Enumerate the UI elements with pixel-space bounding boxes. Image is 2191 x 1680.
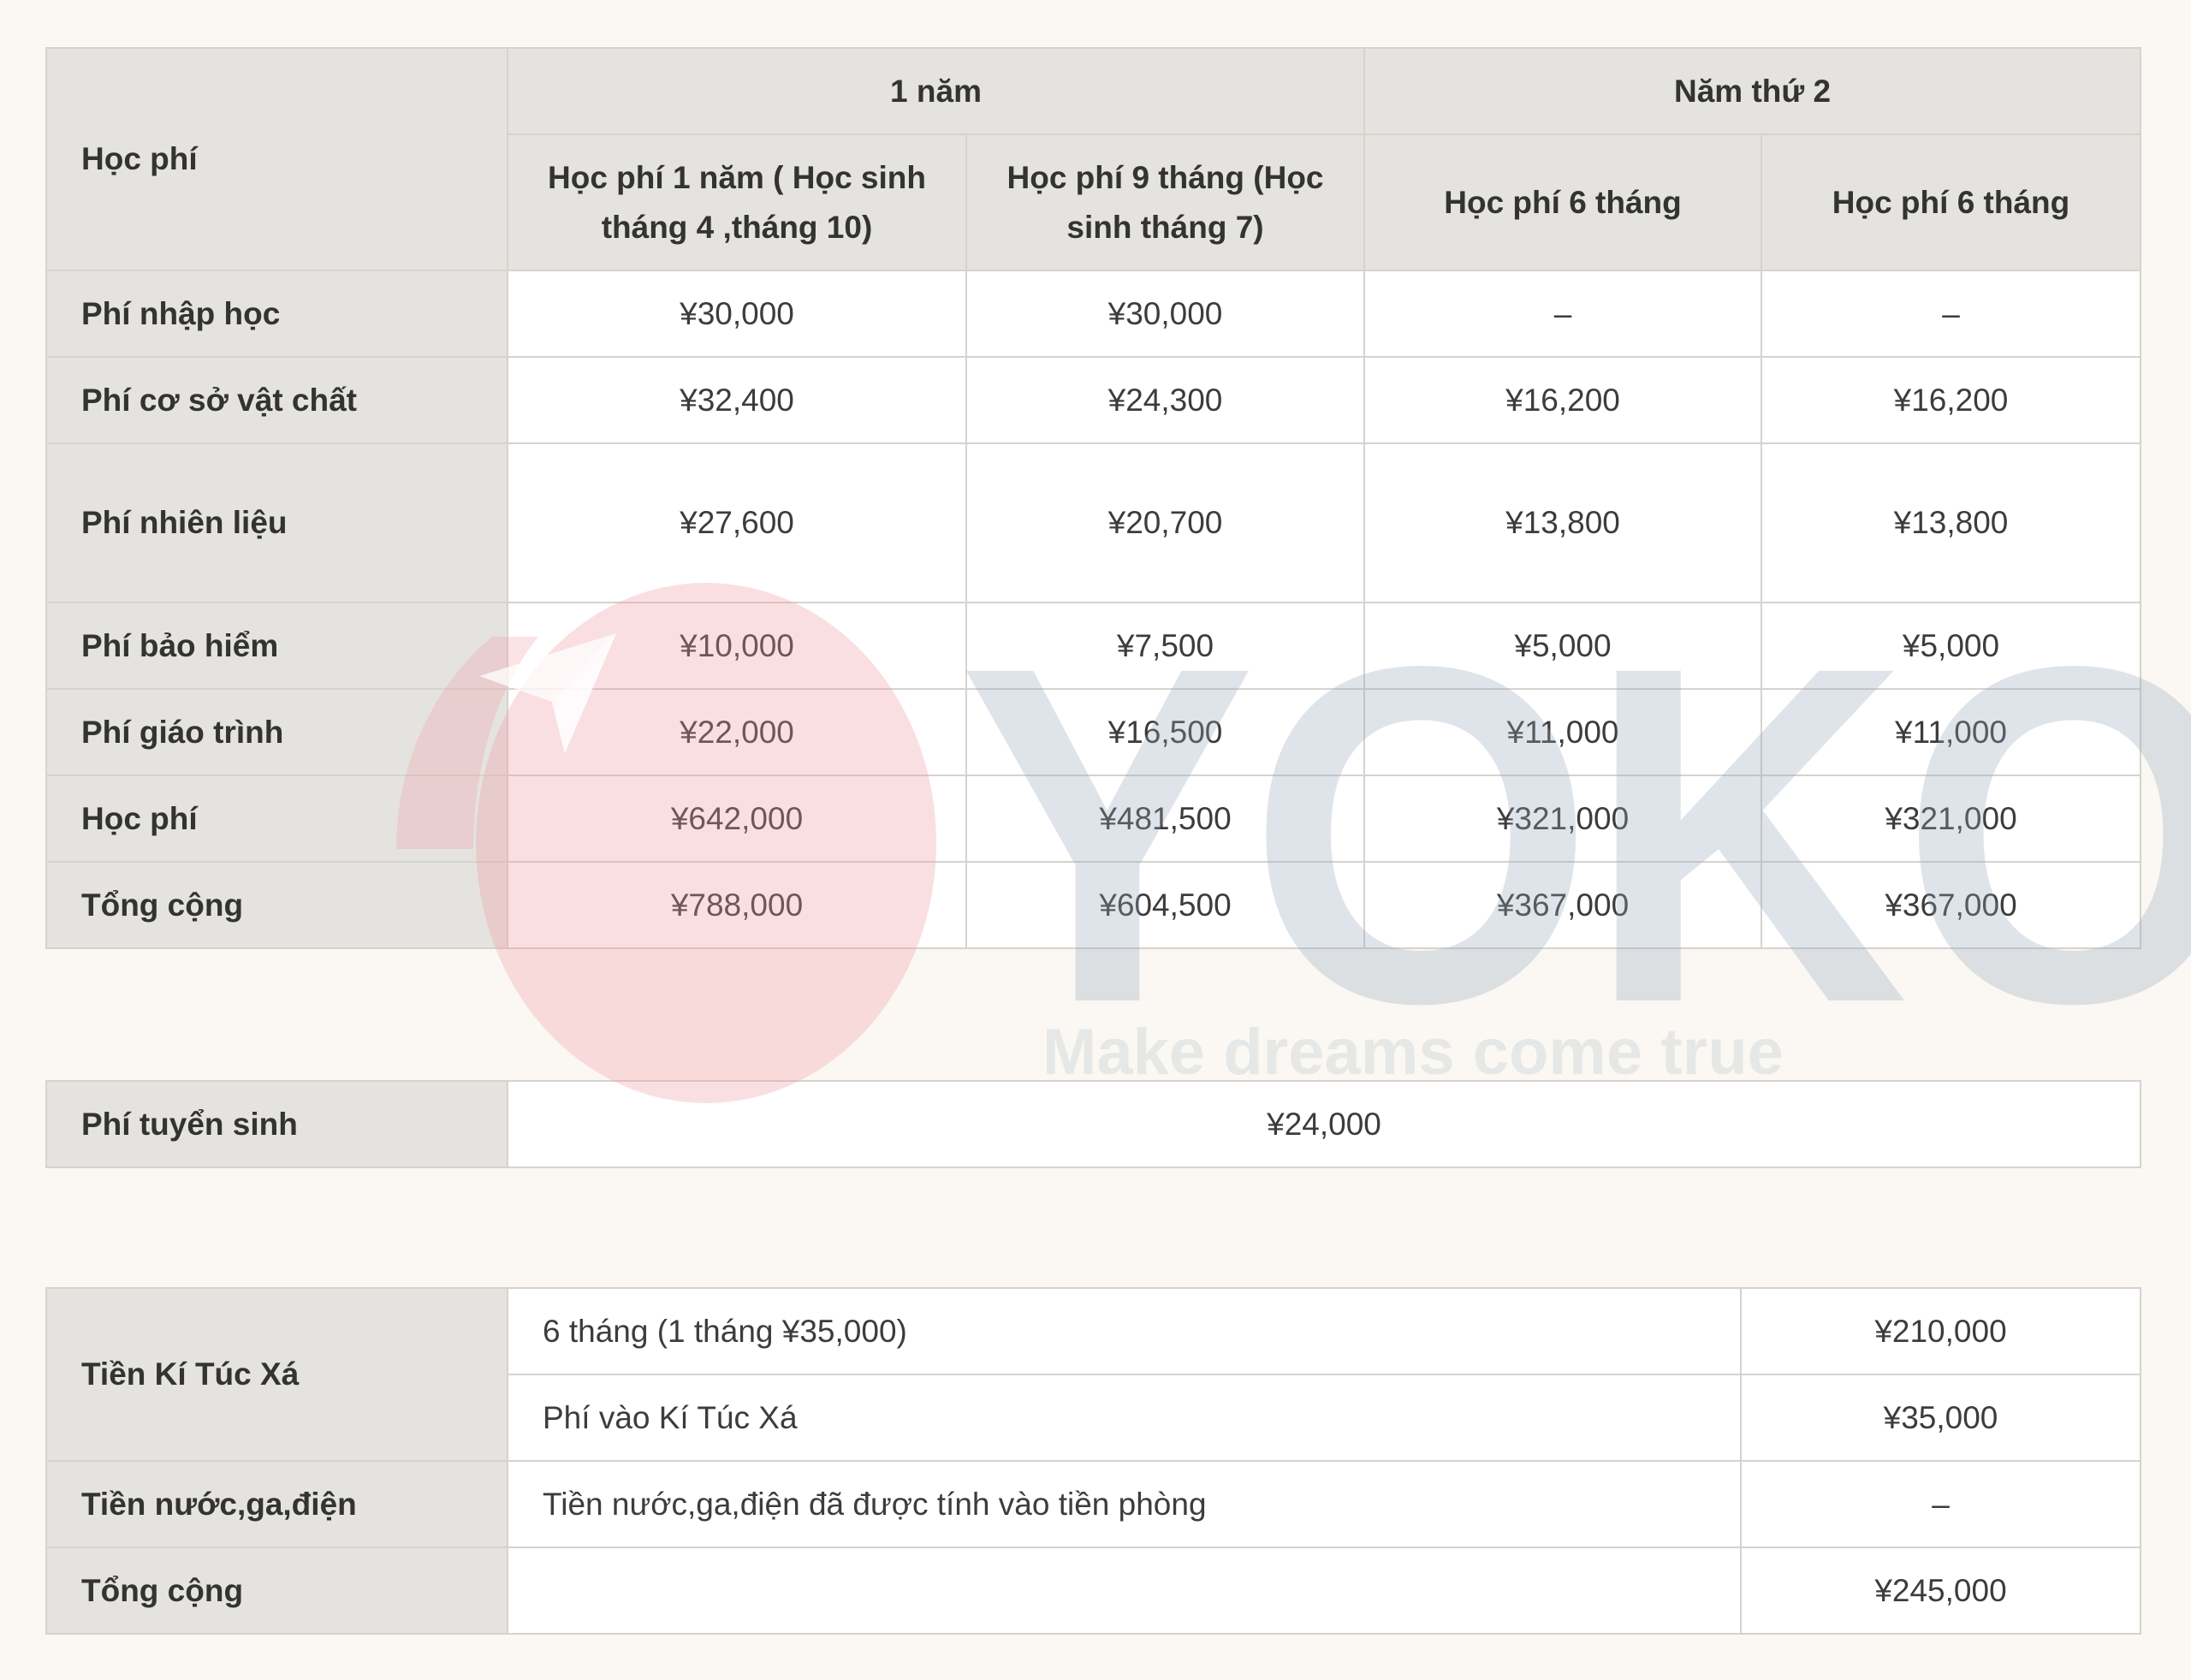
table-cell: ¥11,000 [1363, 688, 1762, 776]
table-cell: ¥245,000 [1740, 1546, 2141, 1635]
table-row: Phí nhập học ¥30,000 ¥30,000 – – [45, 270, 2141, 358]
table-cell: ¥210,000 [1740, 1287, 2141, 1375]
admission-fee-table: Phí tuyển sinh ¥24,000 [45, 1080, 2141, 1168]
row-label: Phí cơ sở vật chất [45, 356, 508, 444]
corner-header: Học phí [45, 47, 508, 271]
row-label: Học phí [45, 775, 508, 863]
table-row: Tiền nước,ga,điện Tiền nước,ga,điện đã đ… [45, 1460, 2141, 1548]
table-cell: 6 tháng (1 tháng ¥35,000) [507, 1287, 1742, 1375]
table-cell: ¥16,200 [1363, 356, 1762, 444]
row-label: Phí nhập học [45, 270, 508, 358]
table-cell: ¥35,000 [1740, 1374, 2141, 1462]
row-label: Phí bảo hiểm [45, 602, 508, 690]
table-cell: ¥367,000 [1363, 861, 1762, 949]
table-cell: ¥11,000 [1761, 688, 2141, 776]
row-label: Tiền Kí Túc Xá [45, 1287, 508, 1462]
table-cell: ¥367,000 [1761, 861, 2141, 949]
group-header-second-year: Năm thứ 2 [1363, 47, 2141, 135]
table-cell: – [1761, 270, 2141, 358]
table-cell: ¥16,500 [965, 688, 1365, 776]
table-cell [507, 1546, 1742, 1635]
row-label: Phí giáo trình [45, 688, 508, 776]
table-cell: ¥32,400 [507, 356, 967, 444]
column-header-1-year: Học phí 1 năm ( Học sinh tháng 4 ,tháng … [507, 134, 967, 271]
table-cell: ¥788,000 [507, 861, 967, 949]
table-cell: ¥10,000 [507, 602, 967, 690]
tuition-fees-table: Học phí 1 năm Năm thứ 2 Học phí 1 năm ( … [45, 47, 2141, 949]
table-cell: ¥5,000 [1363, 602, 1762, 690]
row-label: Phí tuyển sinh [45, 1080, 508, 1168]
column-header-9-months: Học phí 9 tháng (Học sinh tháng 7) [965, 134, 1365, 271]
table-cell: ¥481,500 [965, 775, 1365, 863]
table-cell: Tiền nước,ga,điện đã được tính vào tiền … [507, 1460, 1742, 1548]
table-row: Phí nhiên liệu ¥27,600 ¥20,700 ¥13,800 ¥… [45, 442, 2141, 603]
table-cell: ¥16,200 [1761, 356, 2141, 444]
table-cell: ¥22,000 [507, 688, 967, 776]
table-row: Tiền Kí Túc Xá 6 tháng (1 tháng ¥35,000)… [45, 1287, 2141, 1462]
table-cell: ¥642,000 [507, 775, 967, 863]
page: Học phí 1 năm Năm thứ 2 Học phí 1 năm ( … [0, 0, 2191, 1680]
row-label: Tổng cộng [45, 861, 508, 949]
table-cell: ¥13,800 [1363, 442, 1762, 603]
row-label: Phí nhiên liệu [45, 442, 508, 603]
column-header-6-months: Học phí 6 tháng [1363, 134, 1762, 271]
table-row: Học phí ¥642,000 ¥481,500 ¥321,000 ¥321,… [45, 775, 2141, 863]
table-cell: ¥7,500 [965, 602, 1365, 690]
table-row-total: Tổng cộng ¥245,000 [45, 1546, 2141, 1635]
table-cell: Phí vào Kí Túc Xá [507, 1374, 1742, 1462]
table-row-total: Tổng cộng ¥788,000 ¥604,500 ¥367,000 ¥36… [45, 861, 2141, 949]
watermark-tagline: Make dreams come true [1042, 1016, 1784, 1089]
table-cell: ¥27,600 [507, 442, 967, 603]
table-cell: ¥24,000 [507, 1080, 2141, 1168]
table-cell: ¥20,700 [965, 442, 1365, 603]
table-row: Phí bảo hiểm ¥10,000 ¥7,500 ¥5,000 ¥5,00… [45, 602, 2141, 690]
table-cell: – [1363, 270, 1762, 358]
group-header-first-year: 1 năm [507, 47, 1365, 135]
table-row: Phí giáo trình ¥22,000 ¥16,500 ¥11,000 ¥… [45, 688, 2141, 776]
table-cell: – [1740, 1460, 2141, 1548]
corner-label: Học phí [81, 141, 198, 176]
table-header-row: Học phí 1 năm Năm thứ 2 [45, 47, 2141, 271]
table-cell: ¥321,000 [1761, 775, 2141, 863]
table-cell: ¥30,000 [965, 270, 1365, 358]
table-row: Phí cơ sở vật chất ¥32,400 ¥24,300 ¥16,2… [45, 356, 2141, 444]
dormitory-fee-table: Tiền Kí Túc Xá 6 tháng (1 tháng ¥35,000)… [45, 1287, 2141, 1635]
table-cell: ¥30,000 [507, 270, 967, 358]
row-label: Tiền nước,ga,điện [45, 1460, 508, 1548]
table-cell: ¥13,800 [1761, 442, 2141, 603]
column-header-6-months: Học phí 6 tháng [1761, 134, 2141, 271]
table-row: Phí tuyển sinh ¥24,000 [45, 1080, 2141, 1168]
row-label: Tổng cộng [45, 1546, 508, 1635]
table-cell: ¥604,500 [965, 861, 1365, 949]
table-cell: ¥24,300 [965, 356, 1365, 444]
table-cell: ¥5,000 [1761, 602, 2141, 690]
table-cell: ¥321,000 [1363, 775, 1762, 863]
